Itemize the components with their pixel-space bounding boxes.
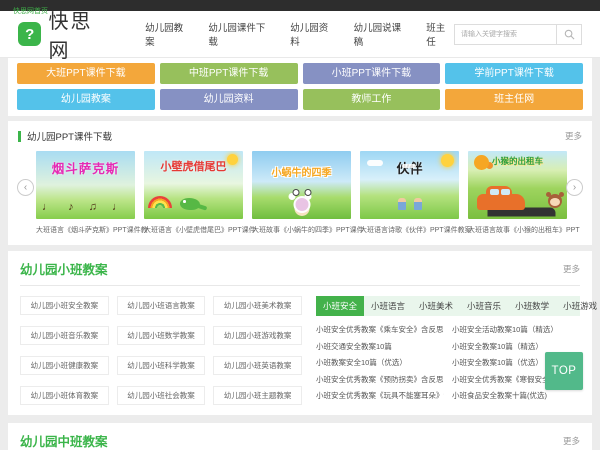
- category-button[interactable]: 幼儿园小班英语教案: [213, 356, 302, 375]
- carousel-slide[interactable]: 伙伴大班语言诗歌《伙伴》PPT课件教案: [360, 151, 459, 237]
- site-logo[interactable]: ? 快思网: [18, 5, 113, 63]
- xiaoban-title: 幼儿园小班教案: [20, 259, 108, 278]
- slide-image-title: 小蜗牛的四季: [252, 164, 351, 179]
- zhongban-section: 幼儿园中班教案 更多 幼儿园中班安全教案幼儿园中班语言教案幼儿园中班美术教案 中…: [8, 423, 592, 450]
- quick-link[interactable]: 教师工作: [303, 89, 441, 110]
- carousel-track: 烟斗萨克斯大班语言《烟斗萨克斯》PPT课件教小壁虎借尾巴大班语言《小壁虎借尾巴》…: [36, 151, 564, 237]
- quick-links: 大班PPT课件下载中班PPT课件下载小班PPT课件下载学前PPT课件下载幼儿园教…: [8, 58, 592, 116]
- category-button[interactable]: 幼儿园小班社会教案: [117, 386, 206, 405]
- tab-item[interactable]: 小班美术: [412, 296, 460, 316]
- search-input[interactable]: [454, 24, 556, 45]
- category-button[interactable]: 幼儿园小班体育教案: [20, 386, 109, 405]
- monkey-icon: [548, 194, 562, 208]
- category-button[interactable]: 幼儿园小班音乐教案: [20, 326, 109, 345]
- kids-icon: [398, 197, 422, 210]
- lesson-link[interactable]: 小班安全活动教案10篇（精选）: [452, 322, 580, 339]
- category-button[interactable]: 幼儿园小班语言教案: [117, 296, 206, 315]
- quick-link[interactable]: 幼儿园教案: [17, 89, 155, 110]
- rainbow-icon: [148, 196, 172, 208]
- sun-icon: [441, 154, 454, 167]
- carousel-prev-icon[interactable]: ‹: [17, 179, 34, 196]
- lesson-link[interactable]: 小班安全优秀教案《预防拐卖》含反思: [316, 372, 444, 389]
- xiaoban-more-link[interactable]: 更多: [563, 263, 580, 275]
- carousel-slide[interactable]: 小猴的出租车大班语言故事《小猴的出租车》PPT: [468, 151, 567, 237]
- quick-link[interactable]: 幼儿园资料: [160, 89, 298, 110]
- nav-link[interactable]: 幼儿园说课稿: [354, 20, 410, 48]
- quick-link[interactable]: 学前PPT课件下载: [445, 63, 583, 84]
- search-box: [454, 24, 582, 45]
- xiaoban-section: 幼儿园小班教案 更多 幼儿园小班安全教案幼儿园小班语言教案幼儿园小班美术教案幼儿…: [8, 251, 592, 415]
- tab-item[interactable]: 小班数学: [508, 296, 556, 316]
- category-button[interactable]: 幼儿园小班美术教案: [213, 296, 302, 315]
- quick-link[interactable]: 小班PPT课件下载: [303, 63, 441, 84]
- slide-caption-link[interactable]: 大班语言故事《小猴的出租车》PPT: [468, 227, 580, 234]
- quick-link[interactable]: 班主任网: [445, 89, 583, 110]
- xiaoban-tabs: 小班安全小班语言小班美术小班音乐小班数学小班游戏小班其他: [316, 296, 580, 316]
- ppt-more-link[interactable]: 更多: [565, 130, 582, 142]
- lesson-link[interactable]: 小班安全优秀教案《玩具不能塞耳朵》含反: [316, 388, 444, 405]
- carousel-next-icon[interactable]: ›: [566, 179, 583, 196]
- nav-link[interactable]: 班主任: [426, 20, 454, 48]
- back-to-top-button[interactable]: TOP: [545, 352, 583, 390]
- slide-image-title: 烟斗萨克斯: [36, 158, 135, 177]
- cloud-icon: [367, 160, 383, 166]
- category-button[interactable]: 幼儿园小班科学教案: [117, 356, 206, 375]
- slide-caption-link[interactable]: 大班语言《小壁虎借尾巴》PPT课件: [144, 227, 256, 234]
- carousel-slide[interactable]: 小壁虎借尾巴大班语言《小壁虎借尾巴》PPT课件: [144, 151, 243, 237]
- gecko-icon: [180, 198, 200, 210]
- search-icon: [564, 29, 575, 40]
- category-button[interactable]: 幼儿园小班数学教案: [117, 326, 206, 345]
- question-mark-logo-icon: ?: [18, 22, 41, 46]
- quick-link[interactable]: 中班PPT课件下载: [160, 63, 298, 84]
- category-button[interactable]: 幼儿园小班主题教案: [213, 386, 302, 405]
- category-button[interactable]: 幼儿园小班游戏教案: [213, 326, 302, 345]
- category-button[interactable]: 幼儿园小班健康教案: [20, 356, 109, 375]
- lesson-link[interactable]: 小班食品安全教案十篇(优选): [452, 388, 580, 405]
- lesson-link[interactable]: 小班交通安全教案10篇: [316, 339, 444, 356]
- zhongban-more-link[interactable]: 更多: [563, 435, 580, 447]
- slide-thumbnail: 小猴的出租车: [468, 151, 567, 219]
- nav-link[interactable]: 幼儿园课件下载: [208, 20, 273, 48]
- tab-item[interactable]: 小班语言: [364, 296, 412, 316]
- slide-thumbnail: 伙伴: [360, 151, 459, 219]
- quick-link[interactable]: 大班PPT课件下载: [17, 63, 155, 84]
- main-nav: 幼儿园教案幼儿园课件下载幼儿园资料幼儿园说课稿班主任: [145, 20, 454, 48]
- category-button[interactable]: 幼儿园小班安全教案: [20, 296, 109, 315]
- tab-active[interactable]: 小班安全: [316, 296, 364, 316]
- slide-thumbnail: 小壁虎借尾巴: [144, 151, 243, 219]
- tree-icon: [474, 155, 489, 170]
- slide-caption-link[interactable]: 大班故事《小蜗牛的四季》PPT课件: [252, 227, 364, 234]
- green-bar-icon: [18, 131, 21, 142]
- ppt-section-header: 幼儿园PPT课件下载 更多: [8, 127, 592, 147]
- snail-icon: [293, 196, 310, 213]
- ppt-carousel: ‹ 烟斗萨克斯大班语言《烟斗萨克斯》PPT课件教小壁虎借尾巴大班语言《小壁虎借尾…: [8, 147, 592, 237]
- slide-thumbnail: 烟斗萨克斯: [36, 151, 135, 219]
- zhongban-title: 幼儿园中班教案: [20, 431, 108, 450]
- nav-link[interactable]: 幼儿园资料: [290, 20, 336, 48]
- ppt-section: 幼儿园PPT课件下载 更多 ‹ 烟斗萨克斯大班语言《烟斗萨克斯》PPT课件教小壁…: [8, 121, 592, 245]
- nav-link[interactable]: 幼儿园教案: [145, 20, 191, 48]
- xiaoban-button-grid: 幼儿园小班安全教案幼儿园小班语言教案幼儿园小班美术教案幼儿园小班音乐教案幼儿园小…: [20, 296, 302, 405]
- tab-item[interactable]: 小班音乐: [460, 296, 508, 316]
- slide-caption-link[interactable]: 大班语言诗歌《伙伴》PPT课件教案: [360, 227, 472, 234]
- carousel-slide[interactable]: 烟斗萨克斯大班语言《烟斗萨克斯》PPT课件教: [36, 151, 135, 237]
- slide-caption-link[interactable]: 大班语言《烟斗萨克斯》PPT课件教: [36, 227, 148, 234]
- search-button[interactable]: [556, 24, 582, 45]
- tab-item[interactable]: 小班游戏: [556, 296, 600, 316]
- site-header: ? 快思网 幼儿园教案幼儿园课件下载幼儿园资料幼儿园说课稿班主任: [0, 11, 600, 58]
- lesson-link[interactable]: 小班安全优秀教案《乘车安全》含反思: [316, 322, 444, 339]
- ppt-section-title: 幼儿园PPT课件下载: [27, 129, 112, 143]
- sun-icon: [227, 154, 238, 165]
- divider: [20, 285, 580, 286]
- car-icon: [477, 194, 525, 210]
- xiaoban-links: 小班安全优秀教案《乘车安全》含反思小班安全活动教案10篇（精选） 小班交通安全教案…: [316, 322, 580, 405]
- saxophone-icons: [36, 201, 135, 213]
- site-name: 快思网: [48, 5, 113, 63]
- slide-thumbnail: 小蜗牛的四季: [252, 151, 351, 219]
- carousel-slide[interactable]: 小蜗牛的四季大班故事《小蜗牛的四季》PPT课件: [252, 151, 351, 237]
- lesson-link[interactable]: 小班教案安全10篇（优选）: [316, 355, 444, 372]
